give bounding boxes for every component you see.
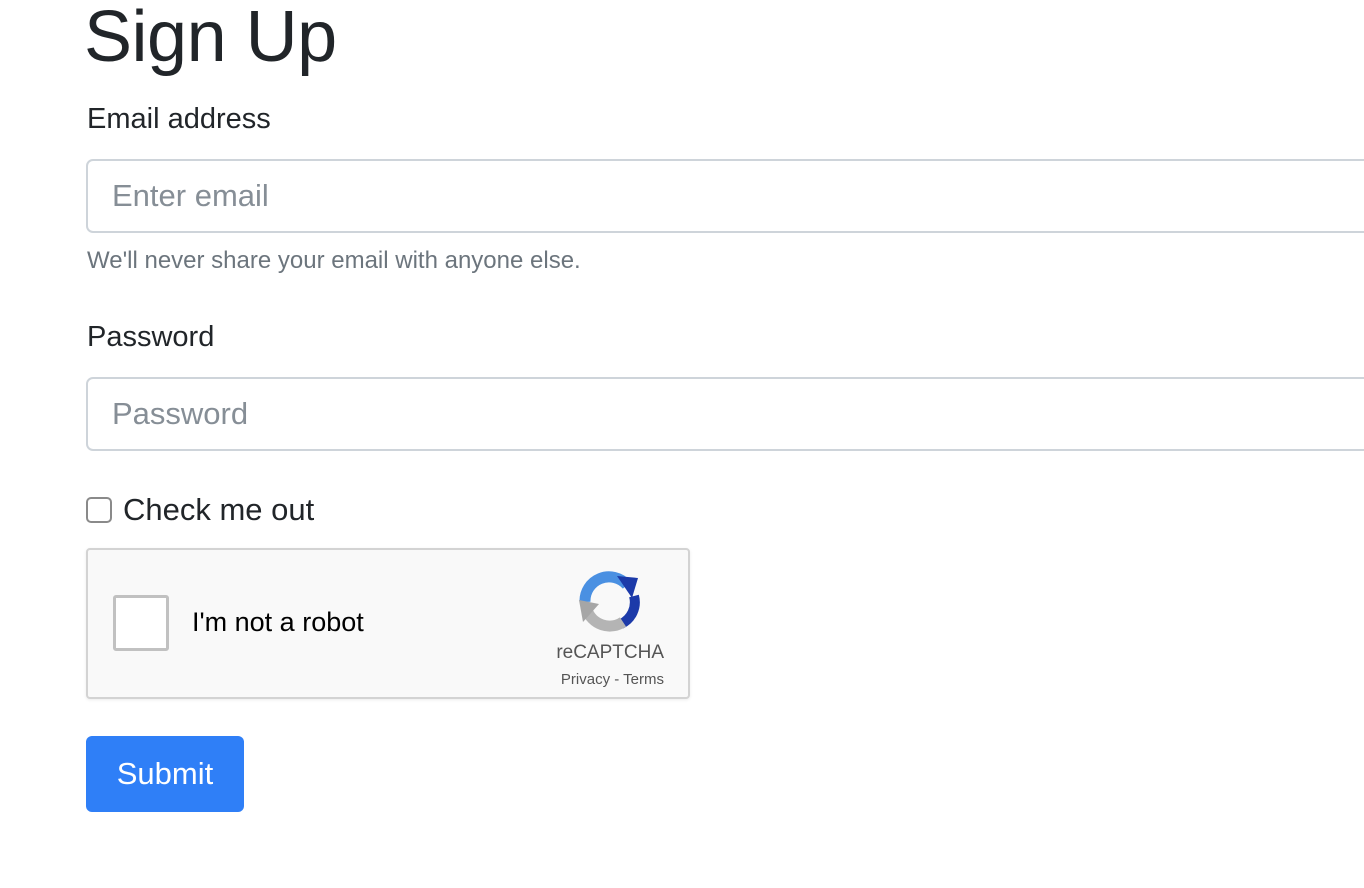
- check-me-out-label[interactable]: Check me out: [123, 492, 314, 528]
- recaptcha-widget: I'm not a robot reCAPTCHA Privacy - Term…: [86, 548, 690, 699]
- email-label: Email address: [87, 103, 271, 135]
- email-help-text: We'll never share your email with anyone…: [87, 247, 581, 274]
- recaptcha-prompt: I'm not a robot: [192, 607, 364, 637]
- page-title: Sign Up: [84, 0, 337, 77]
- recaptcha-checkbox[interactable]: [113, 595, 169, 651]
- submit-button[interactable]: Submit: [86, 736, 244, 812]
- check-me-out-checkbox[interactable]: [86, 497, 112, 523]
- recaptcha-privacy-link[interactable]: Privacy: [561, 671, 610, 688]
- recaptcha-logo-icon: [579, 571, 640, 632]
- recaptcha-brand: reCAPTCHA: [556, 642, 664, 663]
- password-label: Password: [87, 321, 215, 353]
- password-input[interactable]: [86, 377, 1364, 451]
- check-me-out-row[interactable]: Check me out: [86, 490, 314, 530]
- recaptcha-links: Privacy - Terms: [561, 671, 664, 689]
- recaptcha-link-separator: -: [610, 671, 624, 688]
- signup-page: Sign Up Email address We'll never share …: [0, 0, 1364, 888]
- recaptcha-terms-link[interactable]: Terms: [623, 671, 664, 688]
- email-input[interactable]: [86, 159, 1364, 233]
